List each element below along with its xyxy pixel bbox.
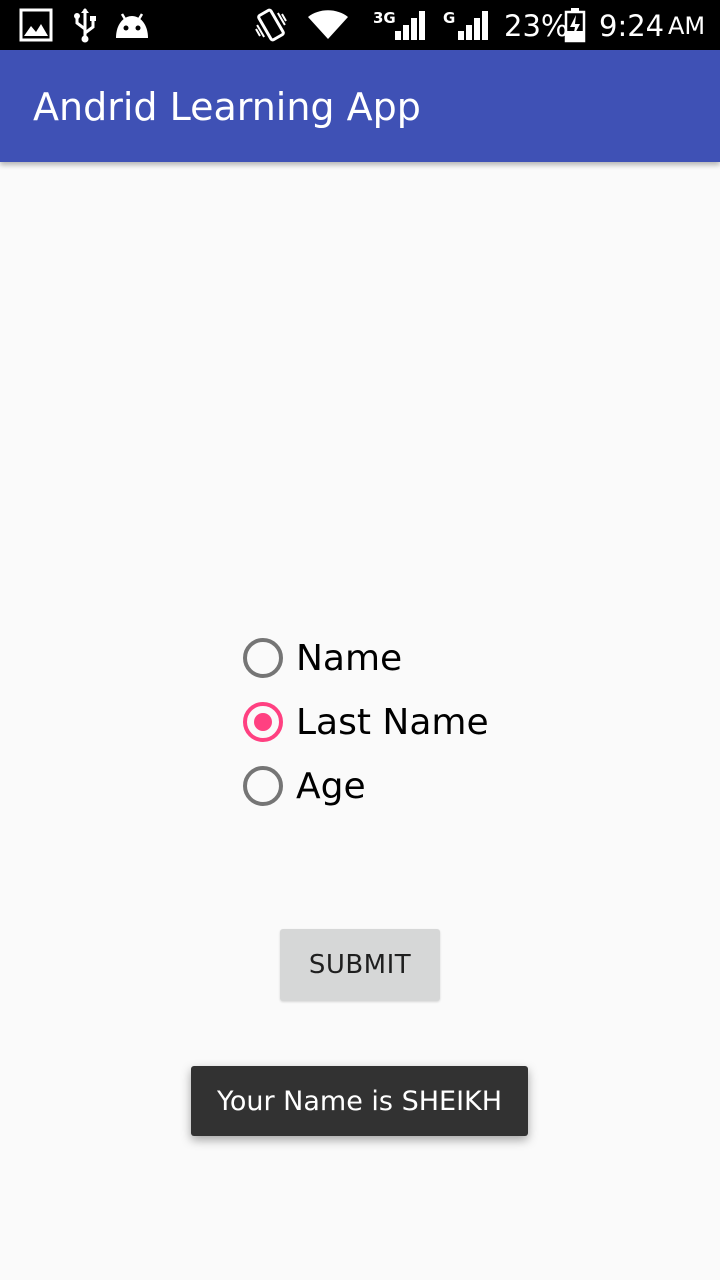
radio-label-age: Age bbox=[296, 765, 366, 807]
signal-3g-icon bbox=[393, 0, 427, 50]
app-title: Andrid Learning App bbox=[33, 85, 421, 129]
radio-button-name[interactable] bbox=[243, 638, 283, 678]
radio-option-last-name[interactable]: Last Name bbox=[241, 690, 561, 754]
app-bar: Andrid Learning App bbox=[0, 50, 720, 162]
vibrate-icon bbox=[254, 0, 288, 50]
battery-charging-icon bbox=[564, 0, 586, 50]
status-bar: 3G G 23% 9:24 AM bbox=[0, 0, 720, 50]
signal-g-icon bbox=[456, 0, 490, 50]
radio-group: Name Last Name Age bbox=[241, 626, 561, 818]
gallery-icon bbox=[19, 0, 53, 50]
radio-button-age[interactable] bbox=[243, 766, 283, 806]
battery-percent: 23% bbox=[504, 9, 569, 43]
radio-label-name: Name bbox=[296, 637, 403, 679]
radio-button-last-name[interactable] bbox=[243, 702, 283, 742]
toast-message: Your Name is SHEIKH bbox=[191, 1066, 528, 1136]
radio-label-last-name: Last Name bbox=[296, 701, 489, 743]
usb-icon bbox=[72, 0, 98, 50]
clock-time: 9:24 bbox=[599, 9, 665, 43]
clock-ampm: AM bbox=[668, 12, 706, 40]
android-icon bbox=[113, 0, 151, 50]
wifi-icon bbox=[307, 0, 349, 50]
submit-button[interactable]: SUBMIT bbox=[280, 929, 440, 1001]
radio-option-name[interactable]: Name bbox=[241, 626, 561, 690]
network-g-label: G bbox=[443, 9, 456, 27]
radio-option-age[interactable]: Age bbox=[241, 754, 561, 818]
